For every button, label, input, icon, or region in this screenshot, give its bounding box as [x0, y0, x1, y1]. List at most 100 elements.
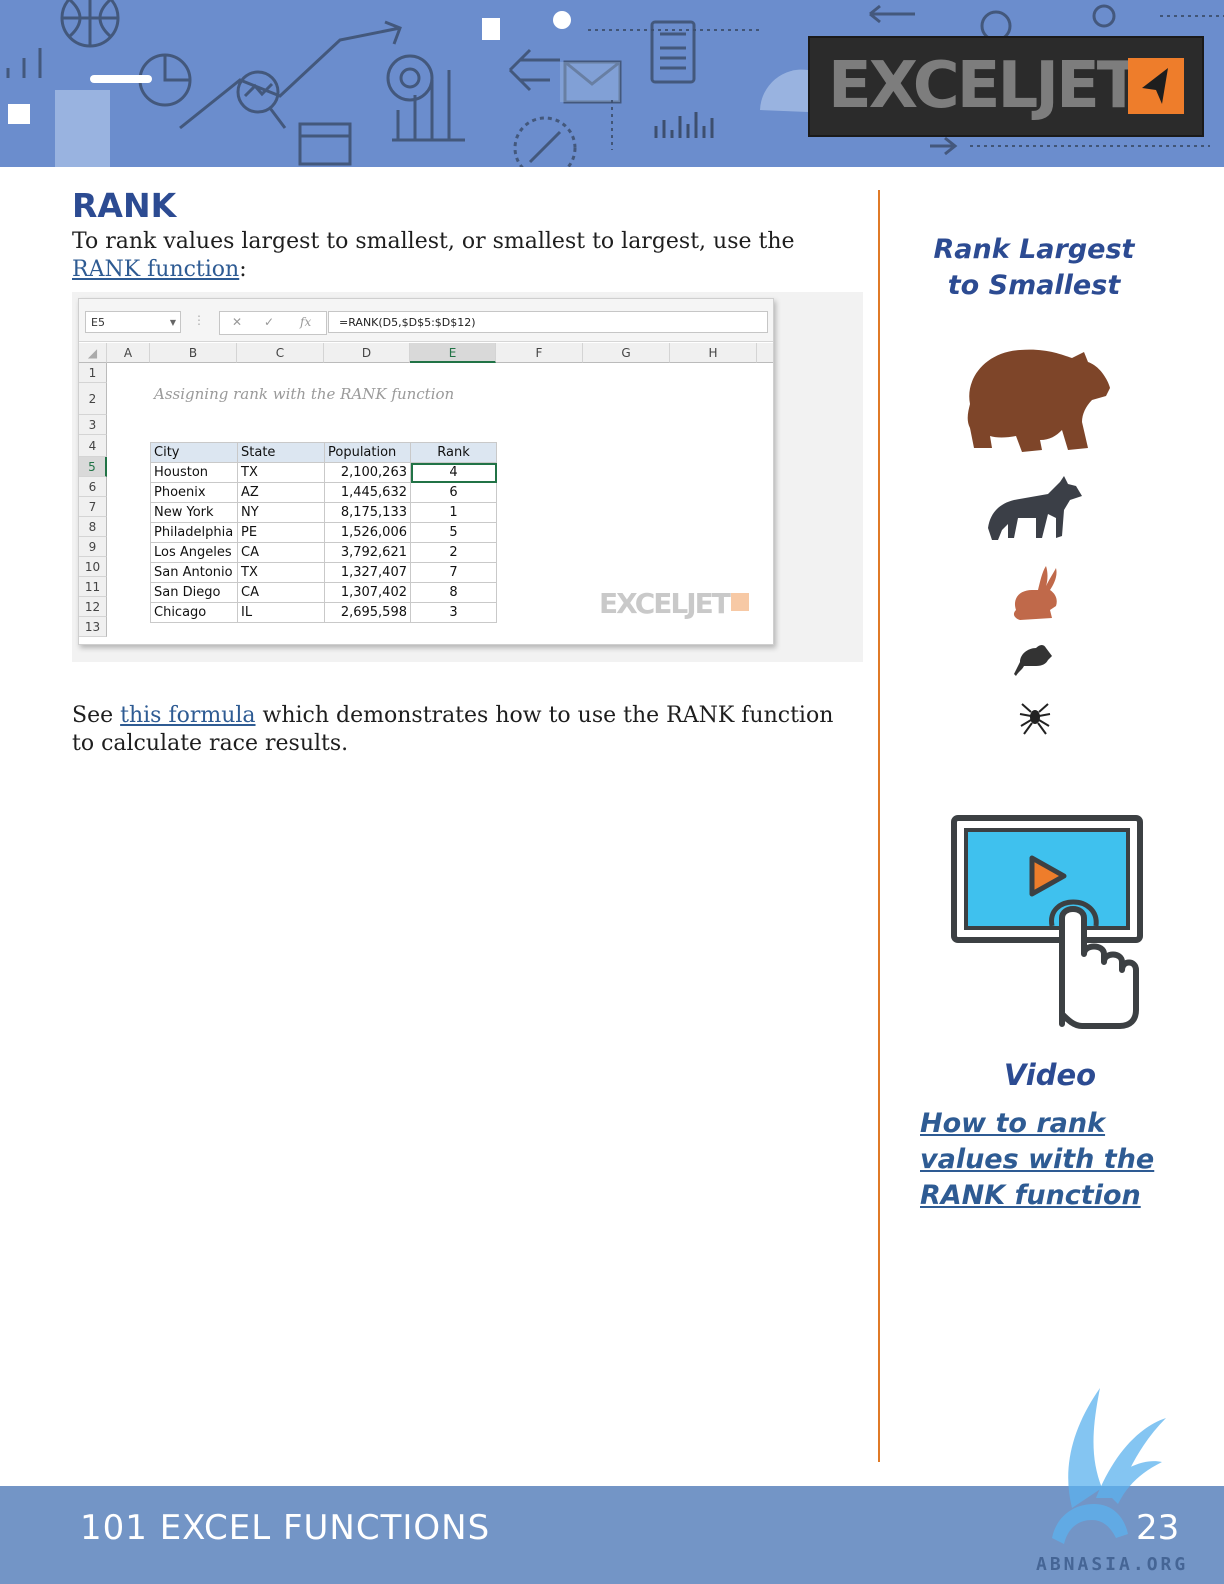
header-cell[interactable]: Population: [324, 442, 411, 463]
header-banner: EXCELJET: [0, 0, 1224, 167]
cancel-icon[interactable]: ✕: [232, 315, 242, 329]
table-row: San Diego CA 1,307,402 8: [150, 582, 497, 603]
video-play-icon[interactable]: [950, 814, 1146, 1032]
column-header[interactable]: D: [324, 343, 410, 363]
row-header[interactable]: 11: [79, 577, 107, 597]
name-box[interactable]: E5 ▼: [85, 311, 181, 333]
state-cell[interactable]: PE: [237, 522, 325, 543]
rank-cell[interactable]: 6: [410, 482, 497, 503]
enter-check-icon[interactable]: ✓: [264, 315, 274, 329]
logo-text: EXCELJET: [828, 49, 1140, 123]
column-header[interactable]: B: [150, 343, 237, 363]
page-title: RANK: [72, 186, 177, 225]
state-cell[interactable]: TX: [237, 462, 325, 483]
header-cell[interactable]: Rank: [410, 442, 497, 463]
column-header[interactable]: C: [237, 343, 324, 363]
table-header-row: City State Population Rank: [150, 442, 497, 463]
rank-function-link[interactable]: RANK function: [72, 257, 239, 282]
state-cell[interactable]: TX: [237, 562, 325, 583]
select-all-corner[interactable]: ◢: [79, 343, 107, 363]
row-header[interactable]: 7: [79, 497, 107, 517]
row-header[interactable]: 1: [79, 363, 107, 383]
column-header[interactable]: H: [670, 343, 757, 363]
header-cell[interactable]: City: [150, 442, 238, 463]
population-cell[interactable]: 3,792,621: [324, 542, 411, 563]
spider-icon: [1019, 703, 1051, 735]
header-cell[interactable]: State: [237, 442, 325, 463]
spreadsheet-screenshot: E5 ▼ ⋮ ✕ ✓ fx =RANK(D5,$D$5:$D$12) ◢ A B …: [72, 292, 863, 662]
city-cell[interactable]: San Antonio: [150, 562, 238, 583]
rank-cell[interactable]: 1: [410, 502, 497, 523]
row-header-selected[interactable]: 5: [79, 457, 107, 477]
rank-cell[interactable]: 2: [410, 542, 497, 563]
dropdown-arrow-icon[interactable]: ▼: [170, 312, 176, 334]
rank-cell[interactable]: 3: [410, 602, 497, 623]
city-cell[interactable]: Los Angeles: [150, 542, 238, 563]
table-row: Los Angeles CA 3,792,621 2: [150, 542, 497, 563]
city-cell[interactable]: New York: [150, 502, 238, 523]
video-label: Video: [1003, 1058, 1097, 1092]
row-header[interactable]: 12: [79, 597, 107, 617]
wolf-icon: [988, 476, 1082, 540]
footer-title: 101 EXCEL FUNCTIONS: [80, 1508, 491, 1548]
see-formula-paragraph: See this formula which demonstrates how …: [72, 703, 834, 756]
table-row: New York NY 8,175,133 1: [150, 502, 497, 523]
column-header[interactable]: F: [496, 343, 583, 363]
rank-cell-active[interactable]: 4: [410, 462, 497, 483]
column-header-selected[interactable]: E: [410, 343, 496, 363]
city-cell[interactable]: Philadelphia: [150, 522, 238, 543]
population-cell[interactable]: 1,307,402: [324, 582, 411, 603]
city-cell[interactable]: Phoenix: [150, 482, 238, 503]
formula-buttons: ✕ ✓ fx: [219, 311, 327, 335]
video-link[interactable]: How to rank values with the RANK functio…: [920, 1106, 1210, 1214]
exceljet-logo: EXCELJET: [808, 36, 1204, 137]
row-header[interactable]: 10: [79, 557, 107, 577]
row-header[interactable]: 13: [79, 617, 107, 637]
population-cell[interactable]: 1,445,632: [324, 482, 411, 503]
formula-input[interactable]: =RANK(D5,$D$5:$D$12): [328, 311, 768, 333]
state-cell[interactable]: NY: [237, 502, 325, 523]
column-header[interactable]: G: [583, 343, 670, 363]
rank-cell[interactable]: 5: [410, 522, 497, 543]
mouse-icon: [1014, 645, 1052, 676]
state-cell[interactable]: AZ: [237, 482, 325, 503]
row-header[interactable]: 9: [79, 537, 107, 557]
column-header-overflow: [757, 343, 773, 363]
row-header[interactable]: 8: [79, 517, 107, 537]
row-header[interactable]: 3: [79, 415, 107, 435]
rank-table: City State Population Rank Houston TX 2,…: [150, 442, 497, 623]
exceljet-watermark: EXCELJET: [599, 587, 749, 620]
table-row: Phoenix AZ 1,445,632 6: [150, 482, 497, 503]
row-header[interactable]: 4: [79, 435, 107, 457]
intro-paragraph: To rank values largest to smallest, or s…: [72, 229, 795, 282]
state-cell[interactable]: CA: [237, 542, 325, 563]
table-row: Philadelphia PE 1,526,006 5: [150, 522, 497, 543]
population-cell[interactable]: 2,695,598: [324, 602, 411, 623]
insert-function-icon[interactable]: fx: [300, 315, 311, 329]
row-header[interactable]: 6: [79, 477, 107, 497]
sheet-title: Assigning rank with the RANK function: [154, 385, 455, 403]
state-cell[interactable]: CA: [237, 582, 325, 603]
city-cell[interactable]: Chicago: [150, 602, 238, 623]
formula-bar: E5 ▼ ⋮ ✕ ✓ fx =RANK(D5,$D$5:$D$12): [79, 299, 773, 342]
row-header[interactable]: 2: [79, 383, 107, 415]
city-cell[interactable]: Houston: [150, 462, 238, 483]
population-cell[interactable]: 2,100,263: [324, 462, 411, 483]
table-row: San Antonio TX 1,327,407 7: [150, 562, 497, 583]
sidebar-divider: [878, 190, 880, 1462]
rank-cell[interactable]: 8: [410, 582, 497, 603]
state-cell[interactable]: IL: [237, 602, 325, 623]
sidebar-title: Rank Largest to Smallest: [933, 234, 1135, 301]
abnasia-watermark-text: ABNASIA.ORG: [1036, 1554, 1189, 1575]
city-cell[interactable]: San Diego: [150, 582, 238, 603]
rank-cell[interactable]: 7: [410, 562, 497, 583]
column-header[interactable]: A: [107, 343, 150, 363]
this-formula-link[interactable]: this formula: [120, 703, 255, 728]
table-row: Chicago IL 2,695,598 3: [150, 602, 497, 623]
population-cell[interactable]: 1,327,407: [324, 562, 411, 583]
rabbit-icon: [1013, 566, 1057, 620]
population-cell[interactable]: 1,526,006: [324, 522, 411, 543]
population-cell[interactable]: 8,175,133: [324, 502, 411, 523]
excel-window: E5 ▼ ⋮ ✕ ✓ fx =RANK(D5,$D$5:$D$12) ◢ A B …: [78, 298, 774, 645]
logo-check-icon: [1128, 58, 1184, 114]
